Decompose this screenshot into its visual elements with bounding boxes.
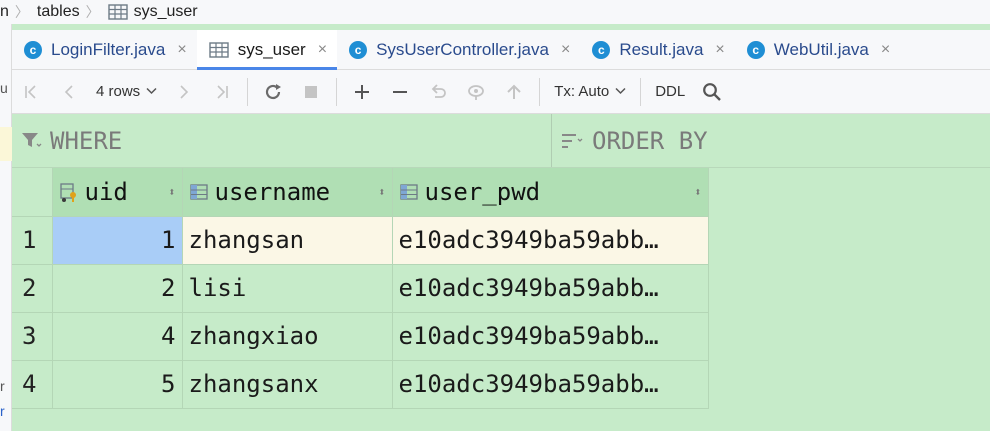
row-number[interactable]: 3	[12, 312, 53, 361]
delete-row-icon[interactable]	[381, 70, 419, 114]
cell-uid[interactable]: 5	[52, 360, 183, 409]
stop-icon[interactable]	[292, 70, 330, 114]
refresh-icon[interactable]	[254, 70, 292, 114]
tab-sysusercontroller[interactable]: c SysUserController.java ×	[337, 30, 580, 69]
filter-icon[interactable]	[20, 131, 42, 151]
toolbar-divider	[640, 77, 642, 106]
breadcrumb-separator: 〉	[85, 4, 100, 20]
first-page-icon[interactable]	[12, 70, 50, 114]
tab-loginfilter[interactable]: c LoginFilter.java ×	[12, 30, 197, 69]
table-row[interactable]: 2 2 lisi e10adc3949ba59abb…	[12, 264, 709, 313]
cell-user-pwd[interactable]: e10adc3949ba59abb…	[392, 360, 709, 409]
tx-mode-label: Tx: Auto	[554, 83, 610, 100]
where-filter-field[interactable]: WHERE	[12, 114, 552, 167]
c-class-icon: c	[349, 40, 368, 59]
column-header-uid[interactable]: uid ⬍	[52, 168, 183, 217]
column-name: user_pwd	[424, 177, 541, 206]
column-header-username[interactable]: username ⬍	[182, 168, 393, 217]
primary-key-column-icon	[59, 181, 79, 203]
toolbar-divider	[247, 77, 249, 106]
sort-toggle-icon[interactable]: ⬍	[378, 185, 385, 199]
cell-user-pwd[interactable]: e10adc3949ba59abb…	[392, 312, 709, 361]
revert-icon[interactable]	[419, 70, 457, 114]
where-label: WHERE	[50, 126, 123, 155]
column-name: uid	[84, 177, 128, 206]
table-row[interactable]: 1 1 zhangsan e10adc3949ba59abb…	[12, 216, 709, 265]
preview-pending-changes-icon[interactable]	[457, 70, 495, 114]
cell-uid[interactable]: 4	[52, 312, 183, 361]
breadcrumb: n 〉 tables 〉 sys_user	[0, 0, 990, 24]
chevron-down-icon	[146, 86, 157, 98]
cell-username[interactable]: zhangsan	[182, 216, 393, 265]
table-row[interactable]: 4 5 zhangsanx e10adc3949ba59abb…	[12, 360, 709, 409]
tab-result[interactable]: c Result.java ×	[580, 30, 734, 69]
row-number[interactable]: 1	[12, 216, 53, 265]
sort-icon[interactable]	[560, 132, 584, 150]
tab-label: sys_user	[237, 39, 306, 59]
left-panel-fragment: u	[0, 80, 8, 96]
left-panel-edge: u r r	[0, 0, 12, 431]
filter-bar: WHERE ORDER BY	[12, 114, 990, 168]
add-row-icon[interactable]	[343, 70, 381, 114]
data-editor-toolbar: 4 rows Tx: Auto DDL	[12, 70, 990, 114]
breadcrumb-item[interactable]: n	[0, 3, 9, 21]
breadcrumb-item[interactable]: tables	[37, 3, 80, 21]
last-page-icon[interactable]	[203, 70, 241, 114]
tab-label: LoginFilter.java	[51, 39, 166, 59]
c-class-icon: c	[746, 40, 765, 59]
rows-count-label: 4 rows	[96, 83, 141, 100]
row-number[interactable]: 4	[12, 360, 53, 409]
sort-toggle-icon[interactable]: ⬍	[168, 185, 175, 199]
order-by-label: ORDER BY	[592, 126, 708, 155]
toolbar-divider	[336, 77, 338, 106]
close-icon[interactable]: ×	[318, 41, 327, 59]
left-panel-highlight	[0, 127, 12, 161]
cell-username[interactable]: zhangsanx	[182, 360, 393, 409]
order-by-field[interactable]: ORDER BY	[552, 114, 708, 167]
tx-mode-dropdown[interactable]: Tx: Auto	[546, 83, 634, 100]
tab-label: SysUserController.java	[376, 39, 549, 59]
toolbar-divider	[539, 77, 541, 106]
header-row: uid ⬍ username ⬍ user_pwd ⬍	[12, 168, 709, 217]
column-header-user-pwd[interactable]: user_pwd ⬍	[392, 168, 709, 217]
c-class-icon: c	[592, 40, 611, 59]
cell-username[interactable]: zhangxiao	[182, 312, 393, 361]
search-icon[interactable]	[693, 70, 731, 114]
table-icon	[107, 4, 128, 20]
grid-corner[interactable]	[12, 168, 53, 217]
breadcrumb-item[interactable]: sys_user	[134, 3, 198, 21]
next-page-icon[interactable]	[165, 70, 203, 114]
close-icon[interactable]: ×	[715, 41, 724, 59]
close-icon[interactable]: ×	[177, 41, 186, 59]
row-number[interactable]: 2	[12, 264, 53, 313]
c-class-icon: c	[24, 40, 42, 59]
previous-page-icon[interactable]	[50, 70, 88, 114]
cell-username[interactable]: lisi	[182, 264, 393, 313]
close-icon[interactable]: ×	[561, 41, 570, 59]
cell-user-pwd[interactable]: e10adc3949ba59abb…	[392, 264, 709, 313]
table-row[interactable]: 3 4 zhangxiao e10adc3949ba59abb…	[12, 312, 709, 361]
cell-uid[interactable]: 2	[52, 264, 183, 313]
editor-tab-bar: c LoginFilter.java × sys_user × c SysUse…	[12, 30, 990, 70]
cell-uid[interactable]: 1	[52, 216, 183, 265]
left-panel-fragment: r	[0, 403, 5, 419]
close-icon[interactable]: ×	[881, 41, 890, 59]
left-panel-fragment: r	[0, 378, 5, 394]
tab-label: Result.java	[619, 39, 704, 59]
chevron-down-icon	[615, 86, 626, 98]
tab-label: WebUtil.java	[773, 39, 869, 59]
sort-toggle-icon[interactable]: ⬍	[694, 185, 701, 199]
rows-count-dropdown[interactable]: 4 rows	[88, 83, 165, 100]
result-grid: uid ⬍ username ⬍ user_pwd ⬍ 1 1 zhangsan…	[12, 168, 709, 409]
column-icon	[399, 183, 419, 201]
column-icon	[189, 183, 209, 201]
tab-webutil[interactable]: c WebUtil.java ×	[735, 30, 900, 69]
submit-icon[interactable]	[495, 70, 533, 114]
tab-sys-user[interactable]: sys_user ×	[196, 30, 338, 70]
breadcrumb-separator: 〉	[14, 4, 29, 20]
ddl-button[interactable]: DDL	[647, 83, 693, 100]
table-icon	[208, 41, 229, 58]
cell-user-pwd[interactable]: e10adc3949ba59abb…	[392, 216, 709, 265]
column-name: username	[214, 177, 331, 206]
